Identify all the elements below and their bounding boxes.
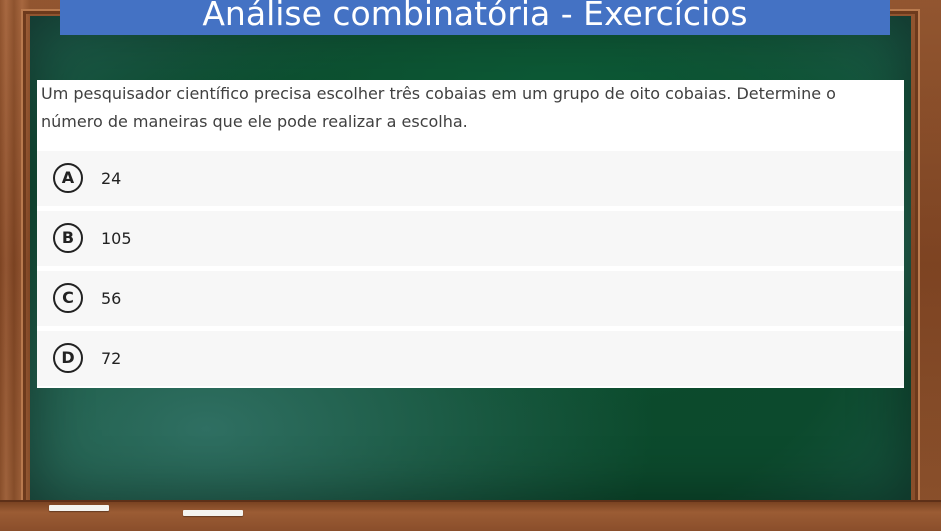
question-text: Um pesquisador científico precisa escolh… bbox=[41, 84, 836, 131]
chalk-piece bbox=[49, 505, 109, 511]
slide-title: Análise combinatória - Exercícios bbox=[60, 0, 890, 35]
option-text-b: 105 bbox=[101, 229, 132, 248]
option-text-d: 72 bbox=[101, 349, 122, 368]
option-letter-c: C bbox=[53, 283, 83, 313]
option-text-c: 56 bbox=[101, 289, 122, 308]
chalk-tray bbox=[0, 500, 941, 531]
chalk-piece bbox=[183, 510, 243, 516]
option-c[interactable]: C 56 bbox=[37, 271, 904, 326]
option-letter-b: B bbox=[53, 223, 83, 253]
quiz-panel: Um pesquisador científico precisa escolh… bbox=[37, 80, 904, 388]
option-text-a: 24 bbox=[101, 169, 122, 188]
option-letter-a: A bbox=[53, 163, 83, 193]
option-letter-d: D bbox=[53, 343, 83, 373]
option-b[interactable]: B 105 bbox=[37, 211, 904, 266]
option-a[interactable]: A 24 bbox=[37, 151, 904, 206]
option-d[interactable]: D 72 bbox=[37, 331, 904, 386]
